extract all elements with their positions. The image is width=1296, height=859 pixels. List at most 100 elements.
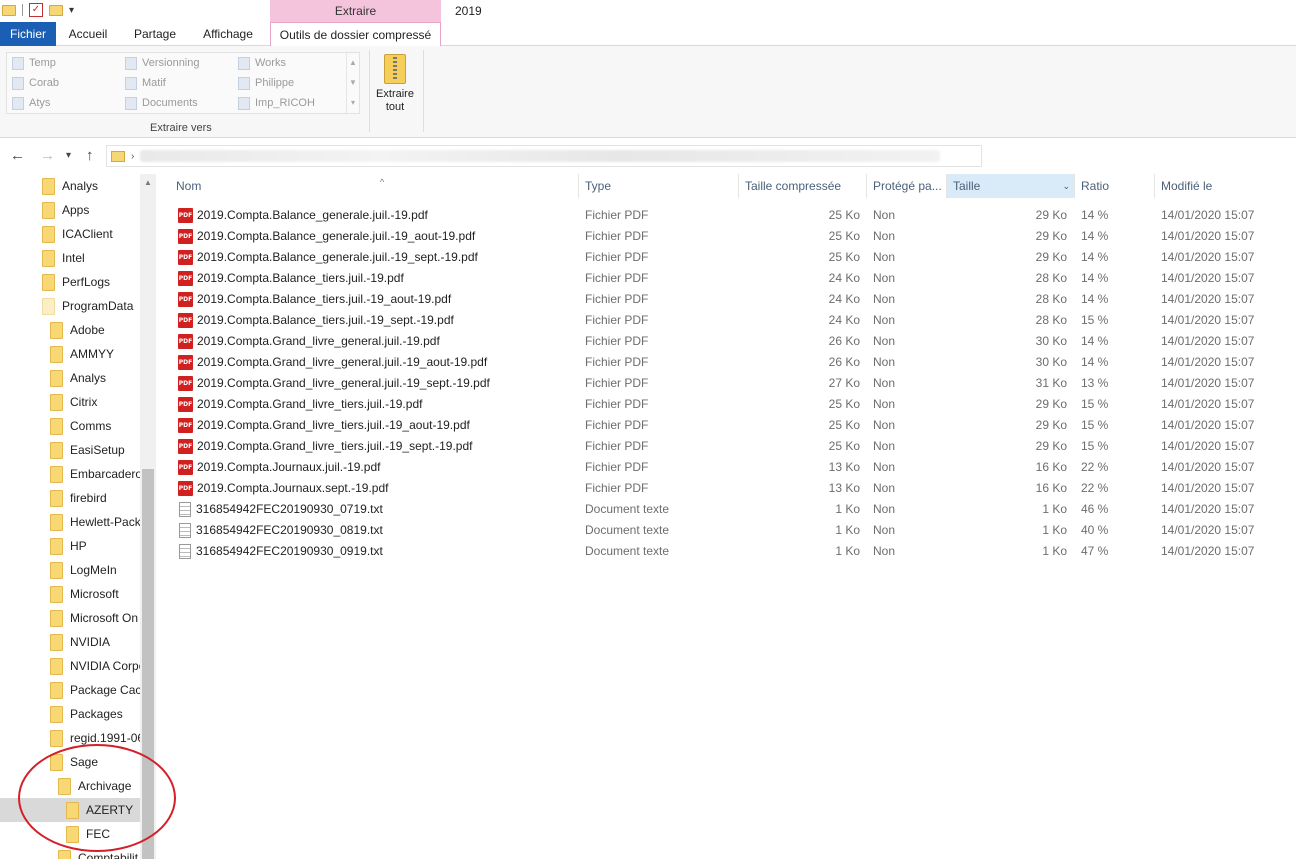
cell-ratio: 14 % — [1081, 271, 1109, 285]
column-compressed-size[interactable]: Taille compressée — [739, 174, 867, 198]
up-arrow-icon[interactable]: ↑ — [86, 147, 94, 164]
table-row[interactable]: PDF 2019.Compta.Balance_generale.juil.-19… — [160, 226, 1296, 247]
file-name: 2019.Compta.Journaux.juil.-19.pdf — [197, 460, 381, 474]
tree-item[interactable]: Embarcadero — [50, 462, 142, 486]
window-title: 2019 — [455, 4, 482, 18]
table-row[interactable]: PDF 2019.Compta.Balance_tiers.juil.-19_ao… — [160, 289, 1296, 310]
table-row[interactable]: PDF 2019.Compta.Grand_livre_tiers.juil.-1… — [160, 394, 1296, 415]
column-type[interactable]: Type — [578, 174, 739, 198]
table-row[interactable]: PDF 2019.Compta.Journaux.juil.-19.pdf Fich… — [160, 457, 1296, 478]
destination-item[interactable]: Temp — [7, 53, 120, 73]
tree-item[interactable]: Apps — [42, 198, 140, 222]
table-row[interactable]: 316854942FEC20190930_0919.txt Document te… — [160, 541, 1296, 562]
back-arrow-icon[interactable]: ← — [10, 147, 25, 164]
table-row[interactable]: PDF 2019.Compta.Balance_tiers.juil.-19_se… — [160, 310, 1296, 331]
tree-item[interactable]: AMMYY — [50, 342, 140, 366]
destination-item[interactable]: Documents — [120, 93, 233, 113]
cell-protected: Non — [873, 250, 896, 264]
chevron-right-icon[interactable]: › — [131, 151, 134, 162]
table-row[interactable]: PDF 2019.Compta.Balance_tiers.juil.-19.pd… — [160, 268, 1296, 289]
tab-share[interactable]: Partage — [124, 22, 186, 46]
tree-item[interactable]: Adobe — [50, 318, 140, 342]
tree-item-label: ProgramData — [62, 299, 134, 313]
table-row[interactable]: PDF 2019.Compta.Grand_livre_tiers.juil.-1… — [160, 436, 1296, 457]
tree-item[interactable]: firebird — [50, 486, 140, 510]
table-row[interactable]: PDF 2019.Compta.Grand_livre_general.juil.… — [160, 352, 1296, 373]
tree-item[interactable]: Microsoft — [50, 582, 140, 606]
destination-item[interactable]: Works — [233, 53, 346, 73]
gallery-more-icon[interactable]: ▾ — [347, 93, 359, 113]
tree-item[interactable]: EasiSetup — [50, 438, 140, 462]
table-row[interactable]: PDF 2019.Compta.Balance_generale.juil.-19… — [160, 247, 1296, 268]
table-row[interactable]: 316854942FEC20190930_0819.txt Document te… — [160, 520, 1296, 541]
destination-item[interactable]: Imp_RICOH — [233, 93, 346, 113]
tree-item[interactable]: ProgramData — [42, 294, 140, 318]
scroll-up-icon[interactable]: ▲ — [144, 178, 152, 187]
table-row[interactable]: PDF 2019.Compta.Grand_livre_tiers.juil.-1… — [160, 415, 1296, 436]
tree-item[interactable]: Packages — [50, 702, 140, 726]
properties-icon[interactable]: ✓ — [29, 3, 43, 17]
tab-file[interactable]: Fichier — [0, 22, 56, 46]
folder-icon — [125, 96, 137, 110]
cell-name: PDF 2019.Compta.Grand_livre_general.juil.… — [178, 331, 440, 352]
cell-protected: Non — [873, 502, 896, 516]
ribbon-group-label: Extraire vers — [150, 122, 212, 134]
table-row[interactable]: 316854942FEC20190930_0719.txt Document te… — [160, 499, 1296, 520]
table-row[interactable]: PDF 2019.Compta.Grand_livre_general.juil.… — [160, 331, 1296, 352]
tree-item[interactable]: Citrix — [50, 390, 140, 414]
tree-item[interactable]: NVIDIA — [50, 630, 140, 654]
destination-item[interactable]: Versionning — [120, 53, 233, 73]
cell-name: PDF 2019.Compta.Grand_livre_tiers.juil.-1… — [178, 415, 470, 436]
customize-qat-icon[interactable]: ▾ — [69, 5, 74, 16]
tab-home[interactable]: Accueil — [60, 22, 116, 46]
column-modified[interactable]: Modifié le — [1155, 174, 1285, 198]
column-protected[interactable]: Protégé pa... — [867, 174, 947, 198]
forward-arrow-icon[interactable]: → — [40, 147, 55, 164]
table-row[interactable]: PDF 2019.Compta.Balance_generale.juil.-19… — [160, 205, 1296, 226]
tree-item[interactable]: PerfLogs — [42, 270, 140, 294]
destination-item[interactable]: Atys — [7, 93, 120, 113]
address-bar[interactable]: › — [106, 145, 982, 167]
cell-compressed: 25 Ko — [828, 397, 860, 411]
pdf-icon: PDF — [178, 250, 193, 265]
recent-locations-icon[interactable]: ▾ — [66, 150, 71, 161]
table-row[interactable]: PDF 2019.Compta.Grand_livre_general.juil.… — [160, 373, 1296, 394]
tab-compressed-folder-tools[interactable]: Outils de dossier compressé — [270, 22, 441, 47]
tree-item[interactable]: ICAClient — [42, 222, 140, 246]
tree-item-label: Package Cach — [70, 683, 149, 697]
destination-item[interactable]: Matif — [120, 73, 233, 93]
cell-compressed: 26 Ko — [828, 334, 860, 348]
extract-destination-gallery: Temp Versionning Works Corab Matif Philippe At… — [6, 52, 360, 114]
tree-item[interactable]: Package Cach — [50, 678, 148, 702]
tree-item[interactable]: NVIDIA Corpo — [50, 654, 145, 678]
destination-item[interactable]: Corab — [7, 73, 120, 93]
folder-icon — [50, 441, 63, 459]
file-name: 2019.Compta.Balance_tiers.juil.-19.pdf — [197, 271, 404, 285]
tree-item[interactable]: Comms — [50, 414, 140, 438]
destination-item[interactable]: Philippe — [233, 73, 346, 93]
tree-item[interactable]: Analys — [42, 174, 140, 198]
cell-size: 1 Ko — [1042, 523, 1067, 537]
new-folder-icon[interactable] — [49, 4, 63, 16]
tab-view[interactable]: Affichage — [194, 22, 262, 46]
extract-all-button[interactable]: Extraire tout — [372, 52, 418, 122]
column-size[interactable]: Taille ⌄ — [947, 174, 1075, 198]
tree-item[interactable]: HP — [50, 534, 140, 558]
tree-item[interactable]: Intel — [42, 246, 140, 270]
tree-item[interactable]: Analys — [50, 366, 140, 390]
folder-icon — [111, 150, 125, 162]
destination-label: Temp — [29, 57, 56, 69]
table-row[interactable]: PDF 2019.Compta.Journaux.sept.-19.pdf Fich… — [160, 478, 1296, 499]
tree-item[interactable]: Hewlett-Pack — [50, 510, 141, 534]
file-name: 2019.Compta.Grand_livre_general.juil.-19… — [197, 376, 490, 390]
tree-item[interactable]: LogMeIn — [50, 558, 140, 582]
gallery-scroll[interactable]: ▲ ▼ ▾ — [346, 53, 359, 113]
gallery-down-icon[interactable]: ▼ — [347, 73, 359, 93]
column-name[interactable]: Nom ^ — [170, 174, 578, 198]
column-ratio[interactable]: Ratio — [1075, 174, 1155, 198]
destination-label: Atys — [29, 97, 51, 109]
tree-item[interactable]: Microsoft On — [50, 606, 140, 630]
column-dropdown-icon[interactable]: ⌄ — [1062, 174, 1070, 198]
gallery-up-icon[interactable]: ▲ — [347, 53, 359, 73]
cell-compressed: 24 Ko — [828, 313, 860, 327]
